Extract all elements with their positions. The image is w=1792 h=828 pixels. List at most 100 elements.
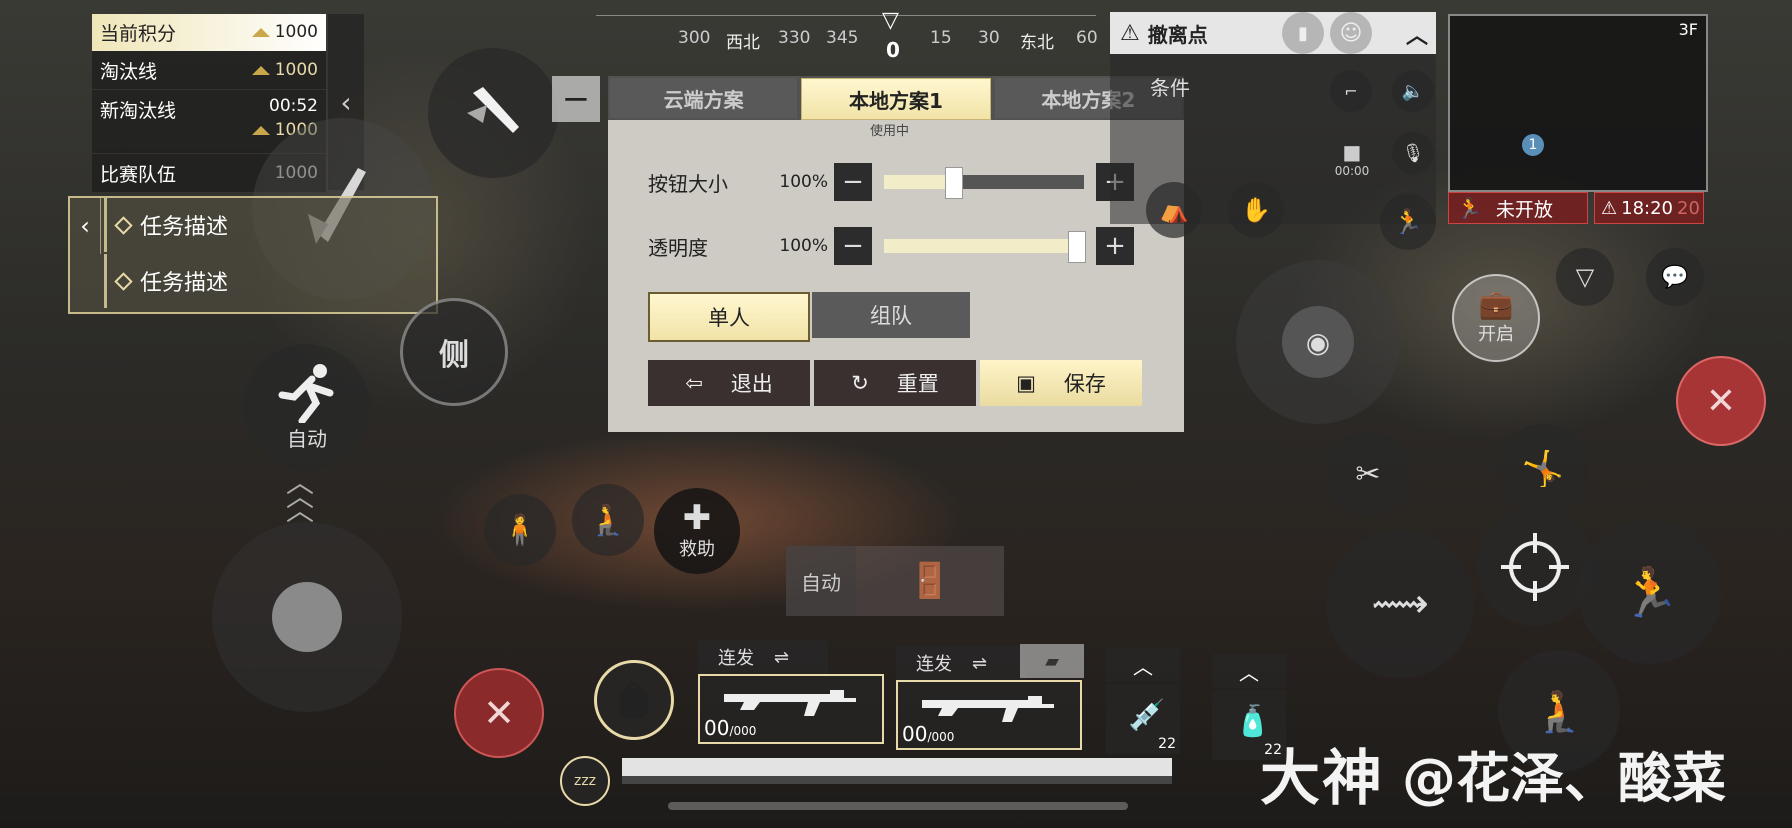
pistol-icon: ▰	[1045, 650, 1059, 672]
task-label: 任务描述	[140, 271, 229, 296]
weapon-slot-1[interactable]: 00/000	[698, 674, 884, 744]
rescue-button[interactable]: ✚ 救助	[654, 488, 740, 574]
slider-knob[interactable]	[1068, 231, 1086, 263]
jump-icon: 🏃	[1620, 564, 1680, 621]
opacity-slider[interactable]	[884, 231, 1086, 263]
door-auto-button[interactable]: 自动	[786, 546, 856, 616]
cancel-button-right[interactable]: ✕	[1676, 356, 1766, 446]
task-item[interactable]: 任务描述	[104, 198, 443, 252]
close-icon: ✕	[1705, 380, 1737, 422]
prone-button[interactable]: ⟿	[1326, 530, 1474, 678]
opacity-decrease[interactable]: −	[834, 227, 872, 265]
weapon-slot-2[interactable]: 00/000	[896, 680, 1082, 750]
button-size-slider[interactable]	[884, 167, 1084, 199]
emote-button[interactable]: ☺	[1330, 12, 1372, 54]
sprint-button[interactable]: 🏃	[1380, 194, 1436, 250]
hand-icon: ✋	[1241, 196, 1271, 224]
auto-run-button[interactable]: 自动	[244, 344, 370, 470]
chat-button[interactable]: 💬	[1646, 248, 1704, 306]
opacity-increase[interactable]: +	[1096, 227, 1134, 265]
map-marker-button[interactable]: ▽	[1556, 248, 1614, 306]
evac-timer: ⚠ 18:20 20	[1594, 192, 1704, 224]
swap-icon: ⇌	[774, 646, 790, 668]
speaker-button[interactable]: 🔈	[1392, 70, 1434, 112]
open-button[interactable]: 💼 开启	[1452, 274, 1540, 362]
evac-condition: 条件	[1150, 76, 1190, 100]
chevron-up-icon[interactable]: ︿	[1406, 18, 1428, 50]
tab-cloud-scheme[interactable]: 云端方案	[610, 78, 798, 118]
slider-knob[interactable]	[945, 167, 963, 199]
exit-button[interactable]: ⇦ 退出	[648, 360, 810, 406]
compass-tick: 东北	[1020, 33, 1054, 53]
button-size-percent: 100%	[779, 172, 828, 192]
minimap[interactable]: 3F 1	[1448, 14, 1708, 192]
voice-button[interactable]: ■ 00:00	[1330, 140, 1374, 178]
ammo-current: 00	[704, 716, 730, 740]
mark-button[interactable]: ⌐	[1330, 70, 1372, 112]
button-size-label: 按钮大小	[648, 171, 728, 196]
door-panel: 自动 🚪	[786, 546, 1004, 616]
closed-status: 🏃 未开放	[1448, 192, 1588, 224]
collapse-task-button[interactable]: ‹	[70, 198, 101, 254]
exit-icon: ⇦	[685, 371, 703, 395]
look-joystick[interactable]: ◉	[1236, 260, 1400, 424]
running-icon	[278, 363, 334, 423]
opacity-percent: 100%	[779, 236, 828, 256]
pistol-slot[interactable]: ▰	[1020, 644, 1084, 678]
movement-joystick[interactable]	[212, 522, 402, 712]
item-slot-syringe[interactable]: 💉 22	[1106, 684, 1180, 754]
evac-header: ⚠ 撤离点 ▮ ☺ ︿	[1110, 12, 1436, 54]
sleep-icon: zzz	[573, 773, 597, 789]
lean-side-label: 侧	[439, 338, 469, 373]
button-size-decrease[interactable]: −	[834, 163, 872, 201]
joystick-knob[interactable]	[272, 582, 342, 652]
reset-button[interactable]: ↻ 重置	[814, 360, 976, 406]
compass-tick: 15	[930, 28, 952, 48]
compass-tick: 西北	[726, 33, 760, 53]
extinguisher-button[interactable]: ▮	[1282, 12, 1324, 54]
chat-icon: 💬	[1661, 264, 1689, 290]
opacity-label: 透明度	[648, 235, 708, 260]
weapon-2-fire-mode[interactable]: 连发 ⇌	[896, 646, 1026, 680]
door-button[interactable]: 🚪	[856, 546, 1004, 616]
interact-hand-button[interactable]: ✋	[1228, 182, 1284, 238]
mode-solo[interactable]: 单人	[648, 292, 810, 342]
climb-button[interactable]: 🤸	[1498, 424, 1588, 514]
save-button[interactable]: ▣ 保存	[980, 360, 1142, 406]
seat-button[interactable]: ⛺	[1146, 182, 1202, 238]
prone-icon: ⟿	[1371, 581, 1429, 627]
weapon-1-fire-mode[interactable]: 连发 ⇌	[698, 640, 828, 674]
weapon-switch-button[interactable]: ✂	[1326, 432, 1410, 516]
coin-icon	[251, 66, 270, 75]
rifle-icon	[724, 690, 856, 716]
ammo-reserve: 000	[931, 730, 955, 744]
jump-button[interactable]: 🏃	[1578, 520, 1722, 664]
button-size-row: 按钮大小 100% − +	[648, 162, 1148, 202]
cancel-button[interactable]: ✕	[454, 668, 544, 758]
item-2-expand[interactable]: ︿	[1212, 654, 1286, 688]
diamond-icon	[114, 215, 133, 235]
chevron-up-icon: ︿	[1133, 654, 1153, 679]
aim-button[interactable]	[1476, 508, 1594, 626]
voice-time: 00:00	[1334, 164, 1370, 178]
crouch-button[interactable]: 🧍	[484, 494, 556, 566]
rescue-cross-icon: ✚	[682, 498, 712, 538]
compass-tick: 300	[678, 28, 711, 48]
kneel-button[interactable]: 🧎	[572, 484, 644, 556]
mic-icon: 🎙	[1401, 142, 1425, 164]
save-label: 保存	[1063, 372, 1106, 396]
backpack-button[interactable]	[594, 660, 674, 740]
collapse-dialog-button[interactable]: −	[552, 76, 600, 122]
fire-button-secondary[interactable]	[428, 48, 558, 178]
task-item[interactable]: 任务描述	[104, 254, 443, 308]
mic-button[interactable]: 🎙	[1392, 132, 1434, 174]
mode-team[interactable]: 组队	[812, 292, 970, 338]
lean-side-button[interactable]: 侧	[400, 298, 508, 406]
watermark-brand: 大神	[1260, 744, 1384, 814]
item-1-expand[interactable]: ︿	[1106, 648, 1180, 682]
heading-marker-icon: ▽	[882, 8, 899, 33]
sleep-button[interactable]: zzz	[560, 756, 610, 806]
tab-local-scheme-1[interactable]: 本地方案1	[801, 78, 991, 120]
in-use-status: 使用中	[870, 124, 910, 139]
compass-bar: 300 西北 330 345 ▽ 0 15 30 东北 60	[596, 8, 1098, 62]
